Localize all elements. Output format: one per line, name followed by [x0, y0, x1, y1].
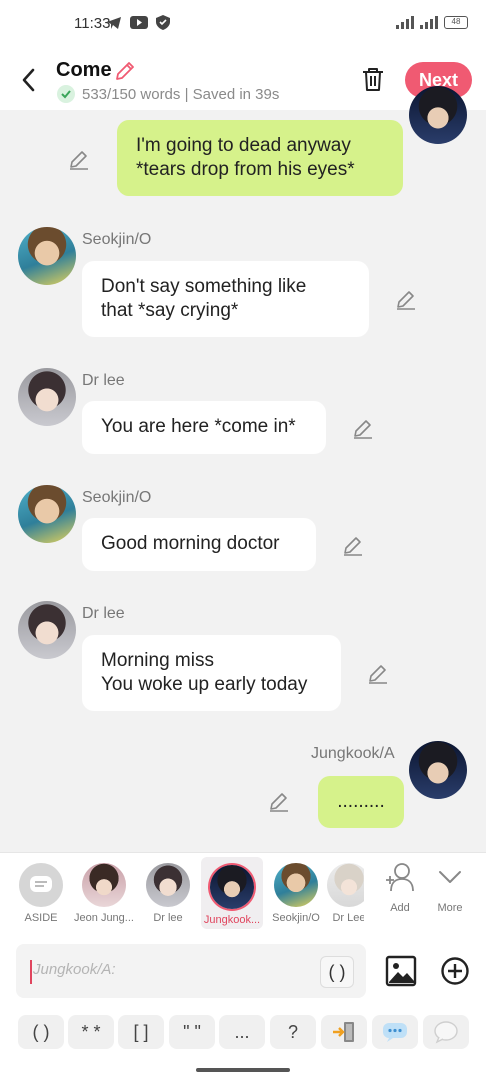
- telegram-icon: [107, 16, 121, 29]
- avatar-seokjin[interactable]: [18, 485, 76, 543]
- saved-check-icon: [57, 85, 75, 103]
- character-aside[interactable]: ASIDE: [10, 855, 72, 927]
- message-bubble[interactable]: Morning miss You woke up early today: [82, 635, 341, 711]
- message-bubble[interactable]: Don't say something like that *say cryin…: [82, 261, 369, 337]
- edit-message-icon[interactable]: [352, 417, 374, 439]
- edit-title-pencil-icon[interactable]: [114, 60, 136, 82]
- shield-icon: [156, 15, 170, 30]
- chat-area: I'm going to dead anyway *tears drop fro…: [0, 86, 486, 852]
- avatar-dr-lee[interactable]: [18, 601, 76, 659]
- character-label: Jeon Jung...: [74, 912, 134, 924]
- parentheses-button[interactable]: ( ): [320, 956, 354, 988]
- trash-icon[interactable]: [361, 66, 385, 92]
- character-avatar: [210, 865, 254, 909]
- battery-icon: 48: [444, 16, 468, 29]
- character-avatar: [327, 863, 364, 907]
- message-bubble[interactable]: .........: [318, 776, 404, 828]
- word-count-status: 533/150 words | Saved in 39s: [82, 86, 280, 103]
- edit-message-icon[interactable]: [342, 534, 364, 556]
- status-time: 11:33: [74, 15, 111, 32]
- signal-icon-2: [420, 16, 438, 29]
- thought-bubble-icon[interactable]: [372, 1015, 418, 1049]
- edit-message-icon[interactable]: [68, 148, 90, 170]
- avatar-jungkook[interactable]: [409, 741, 467, 799]
- avatar-jungkook[interactable]: [409, 86, 467, 144]
- status-system-icons: 48: [396, 16, 468, 29]
- character-dr-lee-2[interactable]: Dr Lee: [320, 855, 364, 927]
- character-dr-lee[interactable]: Dr lee: [137, 855, 199, 927]
- message-bubble[interactable]: I'm going to dead anyway *tears drop fro…: [117, 120, 403, 196]
- symbol-ellipsis[interactable]: ...: [219, 1015, 265, 1049]
- symbol-quotes[interactable]: " ": [169, 1015, 215, 1049]
- message-bubble[interactable]: Good morning doctor: [82, 518, 316, 571]
- back-arrow-icon[interactable]: [18, 66, 40, 94]
- more-label: More: [437, 902, 463, 914]
- image-icon[interactable]: [385, 955, 417, 987]
- enter-door-icon[interactable]: [321, 1015, 367, 1049]
- character-label: Dr lee: [153, 912, 183, 924]
- speech-bubble-icon[interactable]: [423, 1015, 469, 1049]
- character-avatar: [274, 863, 318, 907]
- edit-message-icon[interactable]: [367, 662, 389, 684]
- sender-name: Seokjin/O: [82, 489, 152, 506]
- input-placeholder: Jungkook/A:: [33, 961, 116, 978]
- message-bubble[interactable]: You are here *come in*: [82, 401, 326, 454]
- battery-level: 48: [451, 17, 461, 26]
- edit-message-icon[interactable]: [268, 790, 290, 812]
- chevron-down-icon: [439, 871, 461, 883]
- sender-name: Seokjin/O: [82, 231, 152, 248]
- sender-name: Dr lee: [82, 372, 125, 389]
- character-avatar: [146, 863, 190, 907]
- sender-name: Jungkook/A: [311, 745, 395, 762]
- character-jeon-jung[interactable]: Jeon Jung...: [73, 855, 135, 927]
- youtube-icon: [130, 16, 148, 29]
- character-label: Jungkook...: [203, 914, 261, 926]
- character-avatar: [82, 863, 126, 907]
- more-characters-button[interactable]: More: [428, 860, 472, 924]
- edit-message-icon[interactable]: [395, 288, 417, 310]
- aside-bubble-icon: [19, 863, 63, 907]
- sender-name: Dr lee: [82, 605, 125, 622]
- character-label: ASIDE: [24, 912, 58, 924]
- screen: { "status_bar": {"time": "11:33", "batte…: [0, 0, 486, 1080]
- status-app-icons: [106, 15, 170, 30]
- symbol-brackets[interactable]: [ ]: [118, 1015, 164, 1049]
- text-cursor: [30, 960, 32, 984]
- symbol-asterisks[interactable]: * *: [68, 1015, 114, 1049]
- signal-icon: [396, 16, 414, 29]
- add-label: Add: [390, 902, 410, 914]
- symbol-question[interactable]: ?: [270, 1015, 316, 1049]
- add-character-button[interactable]: Add: [378, 860, 422, 924]
- character-jungkook-selected[interactable]: Jungkook...: [201, 857, 263, 929]
- story-title[interactable]: Come: [56, 59, 112, 82]
- character-label: Seokjin/O: [272, 912, 320, 924]
- character-seokjin[interactable]: Seokjin/O: [265, 855, 327, 927]
- symbol-parentheses[interactable]: ( ): [18, 1015, 64, 1049]
- character-label: Dr Lee: [332, 912, 364, 924]
- home-gesture-handle[interactable]: [196, 1068, 290, 1072]
- add-circle-icon[interactable]: [440, 956, 470, 986]
- avatar-dr-lee[interactable]: [18, 368, 76, 426]
- avatar-seokjin[interactable]: [18, 227, 76, 285]
- add-person-icon: [386, 863, 414, 892]
